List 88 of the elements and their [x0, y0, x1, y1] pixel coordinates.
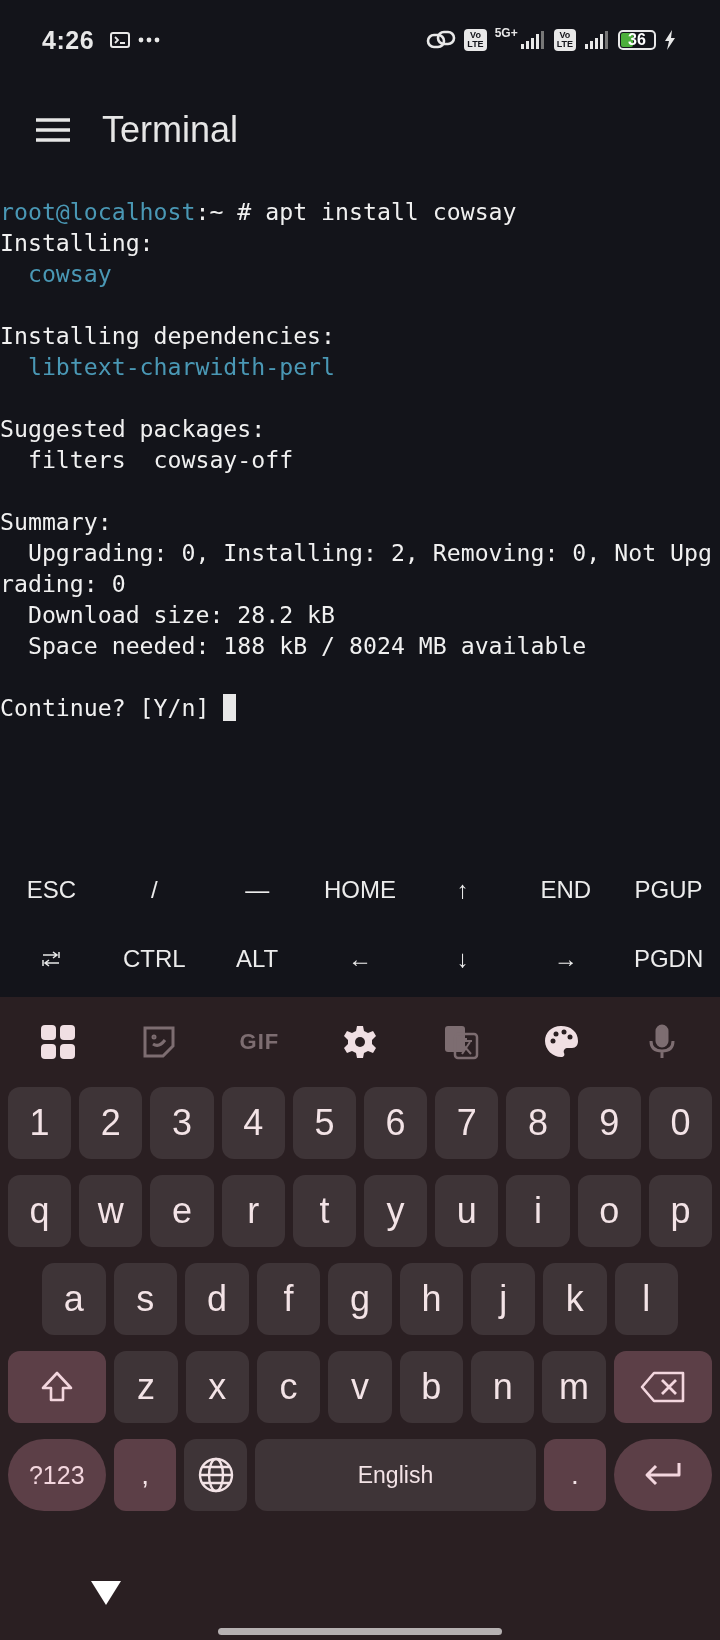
extra-key[interactable]: ↓	[454, 940, 471, 977]
key[interactable]: z	[114, 1351, 178, 1423]
extra-key[interactable]: PGUP	[632, 871, 705, 908]
key[interactable]: s	[113, 1263, 178, 1335]
terminal-line: Upgrading: 0, Installing: 2, Removing: 0, Not Upg	[26, 538, 712, 568]
key[interactable]: g	[328, 1263, 392, 1335]
hide-keyboard-icon[interactable]	[90, 1580, 122, 1606]
key[interactable]: w	[79, 1175, 143, 1247]
key[interactable]: ,	[113, 1439, 177, 1511]
key[interactable]: e	[150, 1175, 214, 1247]
key[interactable]: b	[399, 1351, 463, 1423]
extra-key[interactable]: CTRL	[120, 940, 188, 977]
key[interactable]: 1	[8, 1087, 72, 1159]
key[interactable]: 8	[506, 1087, 570, 1159]
terminal-line: Installing:	[0, 228, 154, 258]
terminal-line: Continue? [Y/n]	[0, 693, 210, 723]
network-type: 5G+	[494, 26, 518, 40]
extra-key[interactable]: ↑	[454, 871, 471, 908]
shift-key[interactable]	[8, 1351, 107, 1423]
backspace-key[interactable]	[613, 1351, 712, 1423]
key[interactable]: k	[542, 1263, 607, 1335]
key[interactable]: q	[8, 1175, 72, 1247]
terminal-line: filters cowsay-off	[26, 445, 294, 475]
terminal-line: rading: 0	[0, 569, 126, 599]
globe-icon	[196, 1456, 235, 1494]
extra-key[interactable]: ESC	[24, 871, 79, 908]
terminal-icon	[110, 32, 131, 48]
terminal-line: Space needed: 188 kB / 8024 MB available	[26, 631, 587, 661]
key[interactable]: a	[42, 1263, 106, 1335]
key[interactable]: 9	[577, 1087, 641, 1159]
key[interactable]: 5	[292, 1087, 356, 1159]
palette-icon[interactable]	[543, 1024, 580, 1060]
key[interactable]: d	[185, 1263, 249, 1335]
key[interactable]: j	[471, 1263, 535, 1335]
key[interactable]: 3	[150, 1087, 214, 1159]
tab-icon	[41, 950, 62, 967]
terminal-line: Download size: 28.2 kB	[26, 600, 336, 630]
key[interactable]: r	[221, 1175, 285, 1247]
extra-key[interactable]: PGDN	[631, 940, 706, 977]
extra-key[interactable]: →	[551, 940, 580, 977]
extra-key[interactable]: END	[538, 871, 594, 908]
settings-icon[interactable]	[342, 1024, 378, 1060]
key[interactable]: 0	[648, 1087, 713, 1159]
terminal-line: cowsay	[26, 259, 112, 289]
key[interactable]: p	[648, 1175, 713, 1247]
backspace-icon	[639, 1370, 686, 1404]
key[interactable]: 4	[221, 1087, 285, 1159]
language-key[interactable]	[184, 1439, 248, 1511]
terminal-line: Suggested packages:	[0, 414, 266, 444]
key[interactable]: m	[542, 1351, 606, 1423]
app-title: Terminal	[102, 109, 239, 151]
extra-key[interactable]: —	[243, 871, 272, 908]
symbols-key[interactable]: ?123	[8, 1439, 106, 1511]
extra-key[interactable]: ←	[346, 940, 374, 977]
menu-icon[interactable]	[36, 118, 70, 142]
key[interactable]: c	[256, 1351, 321, 1423]
volte-badge: Vo LTE	[553, 29, 576, 51]
space-bar[interactable]: English	[255, 1439, 536, 1511]
key[interactable]: .	[543, 1439, 607, 1511]
key[interactable]: i	[506, 1175, 570, 1247]
key[interactable]: v	[328, 1351, 392, 1423]
link-icon	[426, 29, 457, 51]
extra-key[interactable]: /	[148, 871, 160, 908]
more-icon	[138, 37, 161, 43]
signal-icon	[519, 30, 546, 50]
terminal-line: libtext-charwidth-perl	[26, 352, 336, 382]
signal-icon	[584, 30, 610, 50]
key[interactable]: 2	[79, 1087, 143, 1159]
apps-icon[interactable]	[40, 1024, 77, 1060]
key[interactable]: f	[256, 1263, 321, 1335]
key[interactable]: y	[364, 1175, 428, 1247]
terminal-line: root@localhost:~ # apt install cowsay	[0, 197, 517, 227]
terminal-line: Summary:	[0, 507, 112, 537]
key[interactable]: x	[185, 1351, 249, 1423]
key[interactable]: o	[577, 1175, 641, 1247]
key[interactable]: l	[614, 1263, 679, 1335]
key[interactable]: 7	[435, 1087, 499, 1159]
terminal-line: Installing dependencies:	[0, 321, 336, 351]
key[interactable]: n	[471, 1351, 535, 1423]
status-time: 4:26	[42, 25, 95, 55]
key[interactable]: h	[399, 1263, 464, 1335]
extra-key[interactable]: HOME	[322, 871, 398, 908]
shift-icon	[40, 1370, 75, 1404]
volte-badge: Vo LTE	[464, 29, 487, 51]
extra-key[interactable]: ALT	[234, 940, 281, 977]
key[interactable]: t	[292, 1175, 356, 1247]
key[interactable]: u	[435, 1175, 499, 1247]
key[interactable]: 6	[364, 1087, 428, 1159]
